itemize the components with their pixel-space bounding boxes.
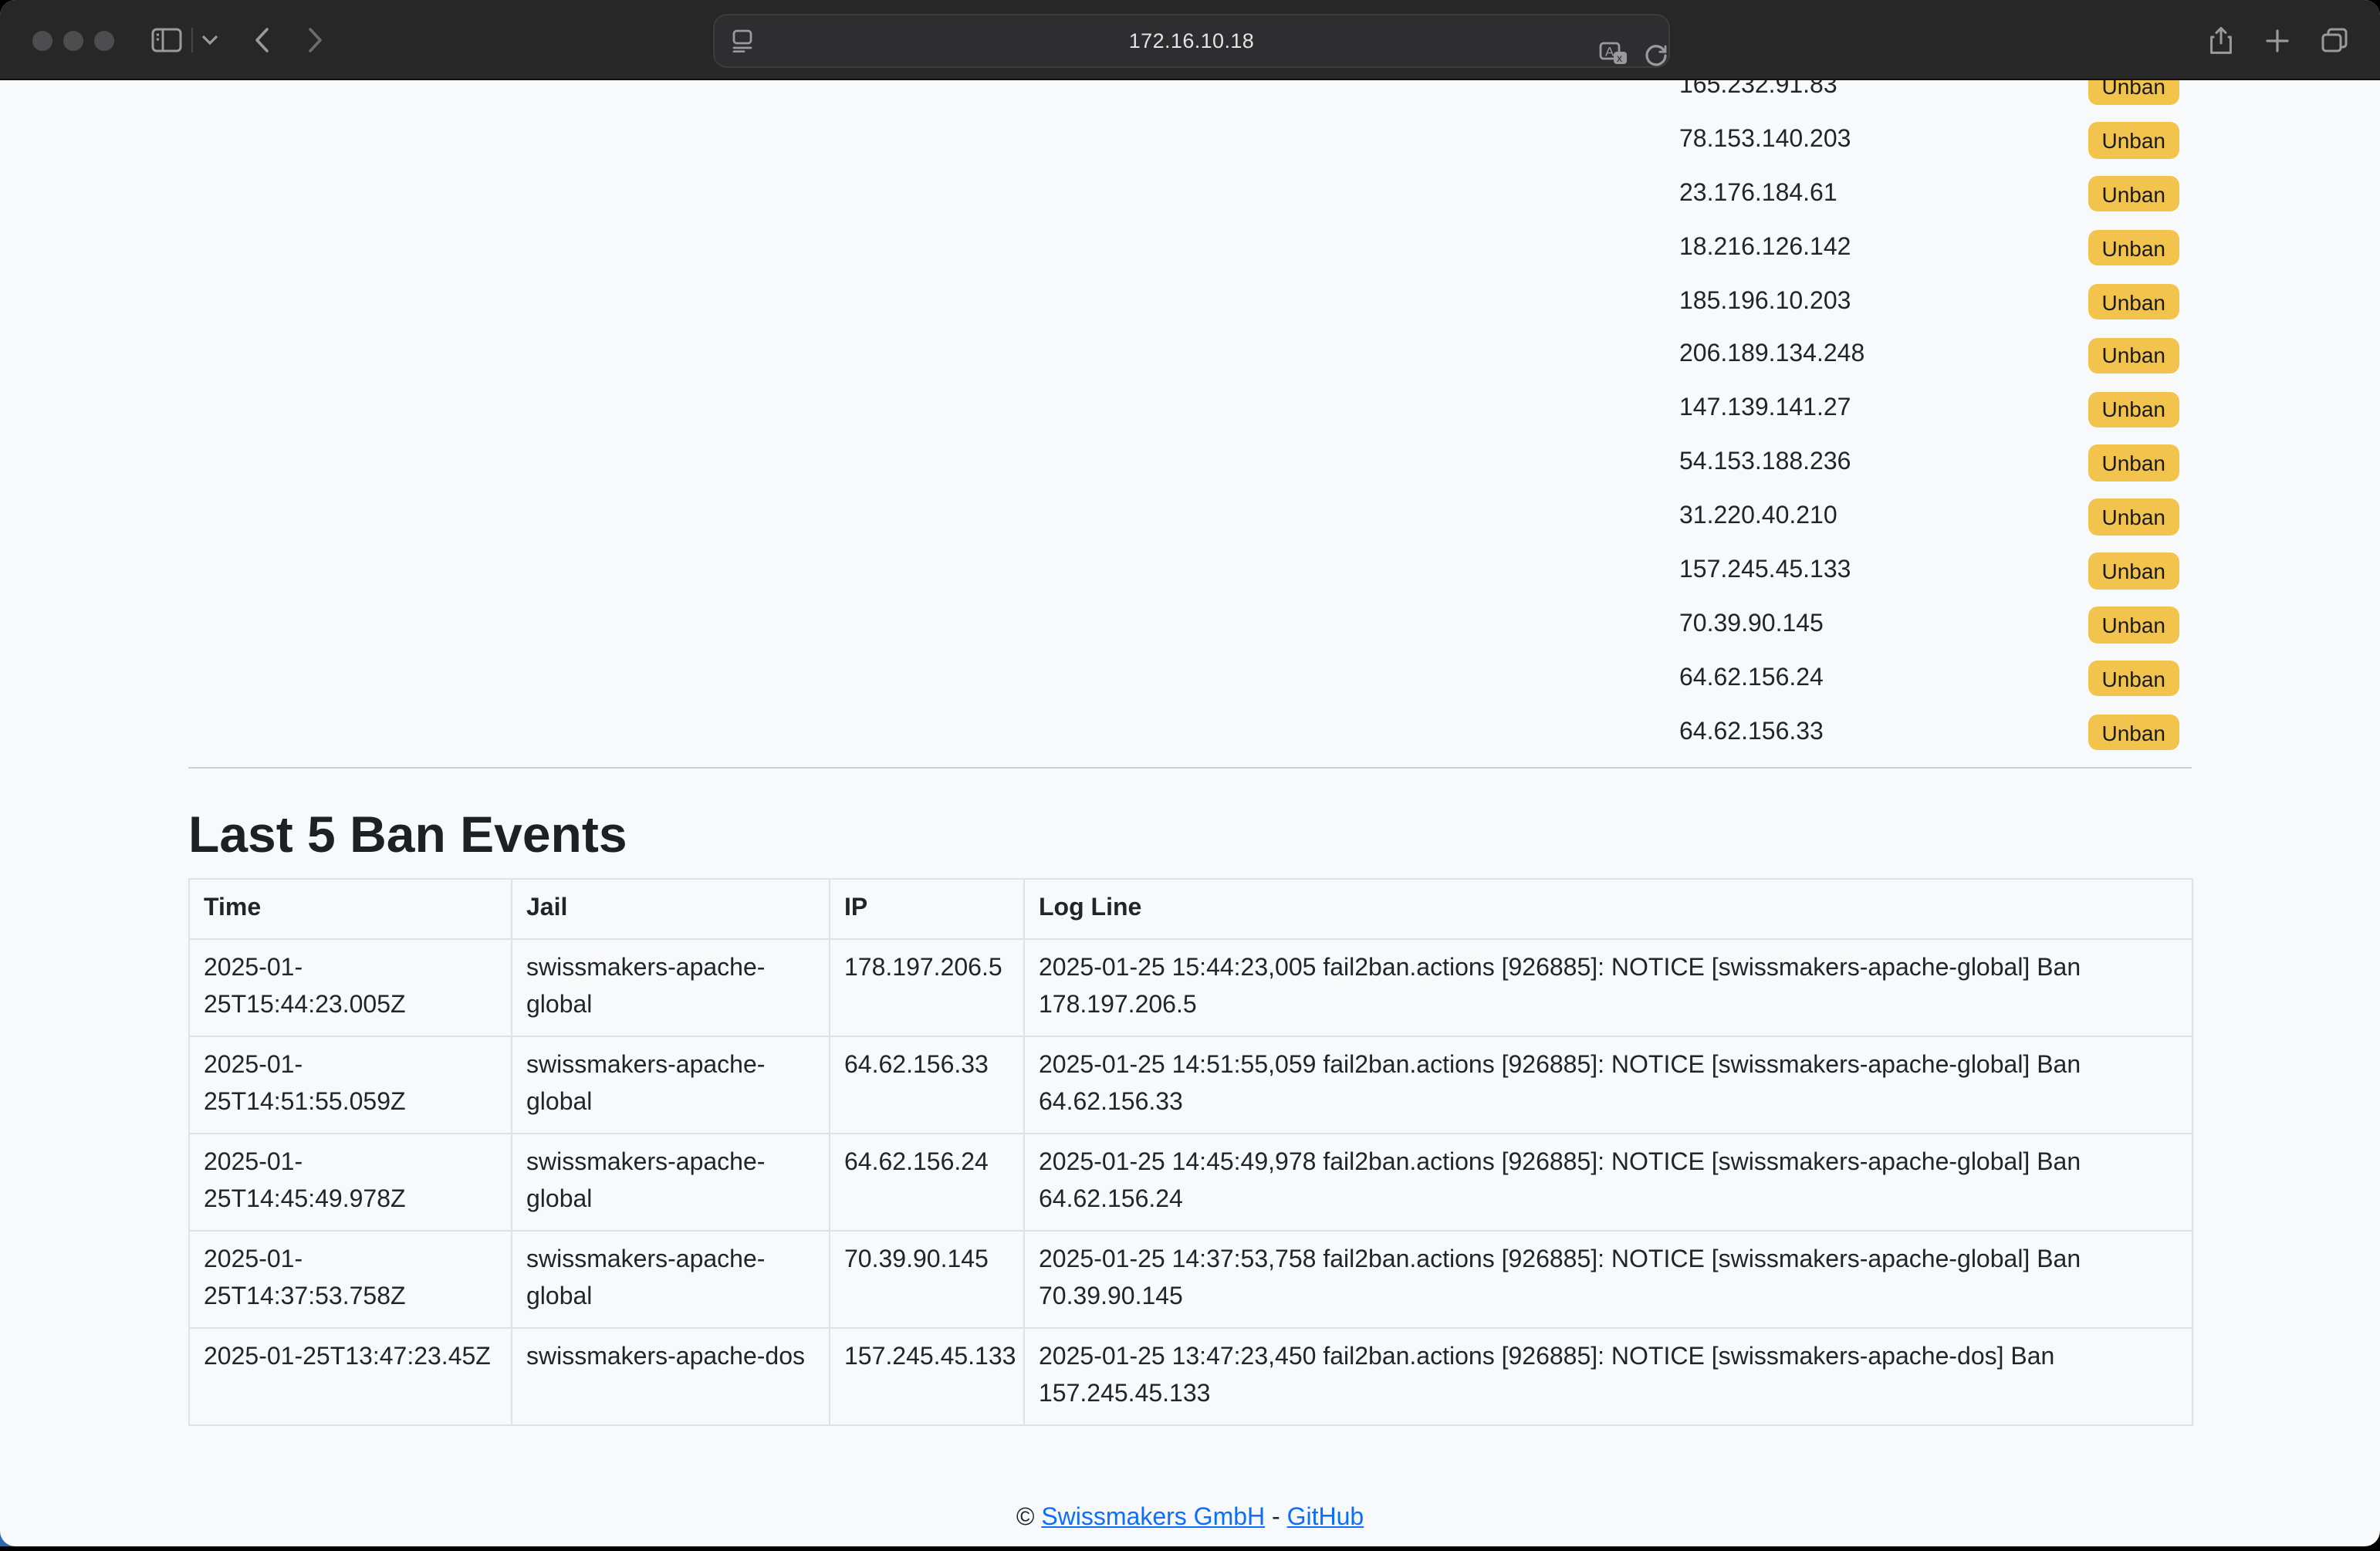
table-row: 2025-01-25T14:37:53.758Z swissmakers-apa… bbox=[189, 1231, 2192, 1328]
list-item: 185.196.10.203 Unban bbox=[1679, 275, 2179, 329]
event-logline: 2025-01-25 14:37:53,758 fail2ban.actions… bbox=[1024, 1231, 2192, 1328]
banned-ip-list: 165.232.91.83 Unban 78.153.140.203 Unban… bbox=[1679, 59, 2179, 759]
list-item: 18.216.126.142 Unban bbox=[1679, 221, 2179, 275]
banned-ip-address: 185.196.10.203 bbox=[1679, 288, 1851, 316]
page-footer: © Swissmakers GmbH - GitHub bbox=[0, 1505, 2380, 1532]
event-ip: 70.39.90.145 bbox=[830, 1231, 1024, 1328]
event-time: 2025-01-25T13:47:23.45Z bbox=[189, 1328, 512, 1425]
column-header-logline: Log Line bbox=[1024, 879, 2192, 939]
event-ip: 64.62.156.24 bbox=[830, 1134, 1024, 1231]
event-ip: 178.197.206.5 bbox=[830, 939, 1024, 1036]
new-tab-icon[interactable] bbox=[2260, 0, 2294, 80]
list-item: 54.153.188.236 Unban bbox=[1679, 436, 2179, 490]
window-minimize-button[interactable] bbox=[63, 30, 83, 50]
unban-button[interactable]: Unban bbox=[2088, 715, 2179, 751]
section-divider bbox=[188, 767, 2192, 769]
list-item: 31.220.40.210 Unban bbox=[1679, 490, 2179, 544]
unban-button[interactable]: Unban bbox=[2088, 337, 2179, 373]
svg-text:A: A bbox=[1604, 44, 1614, 59]
banned-ip-address: 18.216.126.142 bbox=[1679, 234, 1851, 262]
banned-ip-address: 147.139.141.27 bbox=[1679, 396, 1851, 424]
reload-icon[interactable] bbox=[1641, 15, 1672, 95]
browser-window: 165.232.91.83 Unban 78.153.140.203 Unban… bbox=[0, 0, 2380, 1546]
unban-button[interactable]: Unban bbox=[2088, 445, 2179, 482]
column-header-ip: IP bbox=[830, 879, 1024, 939]
list-item: 78.153.140.203 Unban bbox=[1679, 113, 2179, 167]
banned-ip-address: 64.62.156.24 bbox=[1679, 664, 1824, 692]
column-header-jail: Jail bbox=[512, 879, 830, 939]
banned-ip-address: 54.153.188.236 bbox=[1679, 449, 1851, 477]
screen: 165.232.91.83 Unban 78.153.140.203 Unban… bbox=[0, 0, 2380, 1551]
banned-ip-address: 23.176.184.61 bbox=[1679, 180, 1837, 208]
unban-button[interactable]: Unban bbox=[2088, 122, 2179, 158]
github-link[interactable]: GitHub bbox=[1287, 1505, 1364, 1531]
banned-ip-address: 78.153.140.203 bbox=[1679, 127, 1851, 154]
list-item: 64.62.156.33 Unban bbox=[1679, 705, 2179, 759]
sidebar-icon[interactable] bbox=[148, 0, 185, 80]
svg-text:x: x bbox=[1616, 52, 1621, 64]
window-zoom-button[interactable] bbox=[94, 30, 114, 50]
event-logline: 2025-01-25 15:44:23,005 fail2ban.actions… bbox=[1024, 939, 2192, 1036]
event-time: 2025-01-25T14:37:53.758Z bbox=[189, 1231, 512, 1328]
footer-separator: - bbox=[1272, 1505, 1280, 1531]
tab-overview-icon[interactable] bbox=[2315, 0, 2352, 80]
browser-toolbar: 172.16.10.18 A x bbox=[0, 0, 2380, 80]
banned-ip-address: 206.189.134.248 bbox=[1679, 342, 1864, 370]
unban-button[interactable]: Unban bbox=[2088, 230, 2179, 266]
table-row: 2025-01-25T14:45:49.978Z swissmakers-apa… bbox=[189, 1134, 2192, 1231]
event-jail: swissmakers-apache-global bbox=[512, 1036, 830, 1134]
event-jail: swissmakers-apache-dos bbox=[512, 1328, 830, 1425]
banned-ip-address: 70.39.90.145 bbox=[1679, 611, 1824, 639]
unban-button[interactable]: Unban bbox=[2088, 661, 2179, 697]
banned-ip-address: 64.62.156.33 bbox=[1679, 718, 1824, 746]
event-time: 2025-01-25T15:44:23.005Z bbox=[189, 939, 512, 1036]
event-time: 2025-01-25T14:45:49.978Z bbox=[189, 1134, 512, 1231]
event-ip: 64.62.156.33 bbox=[830, 1036, 1024, 1134]
banned-ip-address: 31.220.40.210 bbox=[1679, 503, 1837, 531]
unban-button[interactable]: Unban bbox=[2088, 607, 2179, 643]
table-row: 2025-01-25T15:44:23.005Z swissmakers-apa… bbox=[189, 939, 2192, 1036]
url-text: 172.16.10.18 bbox=[715, 29, 1668, 52]
table-row: 2025-01-25T14:51:55.059Z swissmakers-apa… bbox=[189, 1036, 2192, 1134]
event-logline: 2025-01-25 14:51:55,059 fail2ban.actions… bbox=[1024, 1036, 2192, 1134]
forward-icon[interactable] bbox=[303, 0, 327, 80]
unban-button[interactable]: Unban bbox=[2088, 284, 2179, 320]
event-time: 2025-01-25T14:51:55.059Z bbox=[189, 1036, 512, 1134]
list-item: 23.176.184.61 Unban bbox=[1679, 167, 2179, 221]
chevron-down-icon[interactable] bbox=[199, 0, 221, 80]
address-bar[interactable]: 172.16.10.18 A x bbox=[713, 13, 1670, 67]
list-item: 147.139.141.27 Unban bbox=[1679, 383, 2179, 437]
event-logline: 2025-01-25 13:47:23,450 fail2ban.actions… bbox=[1024, 1328, 2192, 1425]
unban-button[interactable]: Unban bbox=[2088, 499, 2179, 536]
list-item: 70.39.90.145 Unban bbox=[1679, 598, 2179, 652]
unban-button[interactable]: Unban bbox=[2088, 391, 2179, 427]
page-title: Last 5 Ban Events bbox=[188, 806, 627, 864]
share-icon[interactable] bbox=[2204, 0, 2238, 80]
unban-button[interactable]: Unban bbox=[2088, 552, 2179, 589]
toolbar-separator bbox=[191, 28, 193, 52]
event-logline: 2025-01-25 14:45:49,978 fail2ban.actions… bbox=[1024, 1134, 2192, 1231]
event-jail: swissmakers-apache-global bbox=[512, 1134, 830, 1231]
web-page: 165.232.91.83 Unban 78.153.140.203 Unban… bbox=[0, 0, 2380, 1546]
back-icon[interactable] bbox=[248, 0, 273, 80]
event-jail: swissmakers-apache-global bbox=[512, 939, 830, 1036]
table-header-row: Time Jail IP Log Line bbox=[189, 879, 2192, 939]
event-ip: 157.245.45.133 bbox=[830, 1328, 1024, 1425]
banned-ip-address: 157.245.45.133 bbox=[1679, 557, 1851, 585]
event-jail: swissmakers-apache-global bbox=[512, 1231, 830, 1328]
unban-button[interactable]: Unban bbox=[2088, 176, 2179, 212]
translate-icon[interactable]: A x bbox=[1596, 15, 1630, 95]
window-close-button[interactable] bbox=[32, 30, 52, 50]
table-row: 2025-01-25T13:47:23.45Z swissmakers-apac… bbox=[189, 1328, 2192, 1425]
list-item: 64.62.156.24 Unban bbox=[1679, 652, 2179, 706]
list-item: 206.189.134.248 Unban bbox=[1679, 329, 2179, 383]
copyright-icon: © bbox=[1016, 1505, 1035, 1531]
ban-events-table: Time Jail IP Log Line 2025-01-25T15:44:2… bbox=[188, 878, 2193, 1426]
list-item: 157.245.45.133 Unban bbox=[1679, 544, 2179, 598]
column-header-time: Time bbox=[189, 879, 512, 939]
company-link[interactable]: Swissmakers GmbH bbox=[1041, 1505, 1265, 1531]
